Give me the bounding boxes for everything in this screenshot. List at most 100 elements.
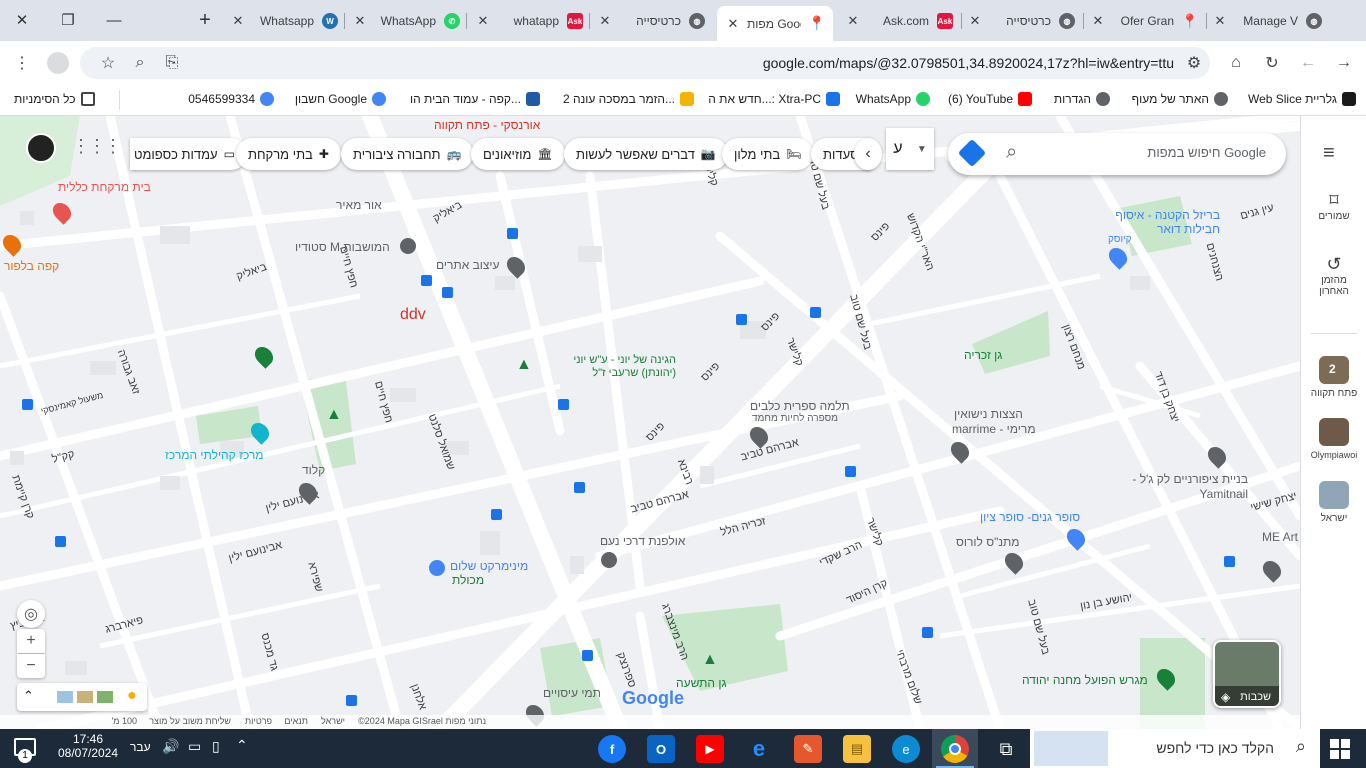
close-tab-icon[interactable]: ✕ [845,13,861,29]
place-label[interactable]: מרכז קהילתי המרכז [165,448,264,462]
install-app-icon[interactable]: ⎘ [162,53,182,73]
task-view-icon[interactable]: ⧉ [992,735,1020,763]
place-label[interactable]: מתנ"ס לורוס [956,535,1020,549]
place-label[interactable]: תלמה ספרית כלבים [750,399,850,413]
place-label[interactable]: ddv [400,306,426,324]
tab-6[interactable]: ✕ כרטיסייה ◍ [967,8,1075,34]
place-label[interactable]: מינימרקט שלום [450,559,528,573]
park-pin-icon[interactable]: ▲ [326,406,342,424]
place-label[interactable]: מגרש הפועל מחנה יהודה [1022,673,1148,687]
bookmark-item[interactable]: האתר של מעוף [1132,92,1228,106]
search-icon[interactable]: ⌕ [1006,141,1017,164]
windows-start-icon[interactable] [1330,739,1350,759]
menu-dots-icon[interactable]: ⋮ [12,53,32,73]
minimize-window-icon[interactable]: — [101,8,127,32]
edge-icon[interactable]: e [892,735,920,763]
place-label[interactable]: תמי עיסויים [543,686,601,700]
bookmark-item[interactable]: קפה - עמוד הבית הו... [410,92,540,106]
footer-country-link[interactable]: ישראל [321,716,345,726]
zoom-icon[interactable]: ⌕ [130,53,150,73]
profile-avatar-icon[interactable] [47,52,69,74]
my-location-icon[interactable]: ◎ [17,600,45,628]
forward-icon[interactable]: → [1334,53,1354,73]
internet-explorer-icon[interactable]: e [745,735,773,763]
footer-feedback-link[interactable]: שליחת משוב על מוצר [149,716,231,726]
chip-pharmacy[interactable]: ✚ בתי מרקחת [236,138,341,170]
outlook-icon[interactable]: O [647,735,675,763]
reload-icon[interactable]: ↻ [1262,53,1282,73]
back-icon[interactable]: ← [1298,53,1318,73]
tab-1[interactable]: ✕ WhatsApp ✆ [352,8,460,34]
recent-place[interactable]: 2 פתח תקווה [1301,356,1366,399]
bookmark-item[interactable]: חדש את ה...: Xtra-PC [708,92,840,106]
footer-terms-link[interactable]: תנאים [284,716,308,726]
footer-privacy-link[interactable]: פרטיות [245,716,272,726]
close-tab-icon[interactable]: ✕ [230,13,246,29]
close-tab-icon[interactable]: ✕ [967,13,983,29]
close-window-icon[interactable]: ✕ [9,8,35,32]
bookmark-item[interactable]: הגדרות [1054,92,1110,106]
grocery-pin-icon[interactable] [429,560,445,576]
chrome-taskbar-button[interactable] [932,729,978,768]
site-info-icon[interactable]: ⚙ [1184,53,1204,73]
restore-window-icon[interactable]: ❐ [55,8,81,32]
place-label[interactable]: אולפנת דרכי נעם [600,534,685,548]
facebook-icon[interactable]: f [598,735,626,763]
tab-active-maps[interactable]: ✕ מפות Google 📍 [717,6,833,41]
bookmark-item[interactable]: (6) YouTube [948,92,1032,106]
new-tab-icon[interactable]: + [192,8,218,32]
all-bookmarks[interactable]: כל הסימניות [14,92,95,106]
bookmark-item[interactable]: 0546599334 [188,92,274,106]
account-avatar[interactable] [26,133,56,163]
volume-icon[interactable]: 🔊 [162,738,179,755]
battery-icon[interactable]: ▯ [212,738,220,755]
menu-icon[interactable]: ≡ [1323,142,1335,165]
language-indicator[interactable]: עבר [130,740,151,754]
apps-grid-icon[interactable]: ⋮⋮⋮ [72,136,122,157]
place-label[interactable]: אורנסקי - פתח תקווה [434,118,540,132]
chip-hotels[interactable]: 🛏 בתי מלון [722,138,814,170]
map-canvas[interactable]: ביאליק ביאליק שמואל סלנט חפץ חיים חפץ חי… [0,116,1300,729]
place-label[interactable]: בניית ציפורניים לק ג'ל - Yamitnail [1128,472,1248,502]
youtube-icon[interactable]: ▶ [696,735,724,763]
bookmark-item[interactable]: הזמר במסכה עונה 2... [563,92,694,106]
close-tab-icon[interactable]: ✕ [1212,13,1228,29]
place-label[interactable]: סופר גנים- סופר ציון [980,510,1080,524]
zoom-in-button[interactable]: + [17,629,45,653]
tab-3[interactable]: ✕ כרטיסייה ◍ [597,8,705,34]
place-label[interactable]: אור מאיר [336,198,382,212]
omnibox[interactable]: ☆ ⌕ ⎘ google.com/maps/@32.0798501,34.892… [80,47,1210,79]
tab-2[interactable]: ✕ whatapp Ask [475,8,583,34]
transit-layer-icon[interactable] [57,691,73,703]
place-label[interactable]: קלוד [302,463,325,477]
paint-icon[interactable]: ✎ [794,735,822,763]
chip-things-to-do[interactable]: 📷 דברים שאפשר לעשות [564,138,728,170]
file-explorer-icon[interactable]: ▤ [843,735,871,763]
place-label[interactable]: סטודיו M המושבות [295,240,390,254]
layers-strip[interactable]: ⌃ ● [17,683,147,711]
park-pin-icon[interactable]: ▲ [516,356,532,376]
taskbar-search-input[interactable]: הקלד כאן כדי לחפש [1156,740,1274,756]
expand-icon[interactable]: ⌃ [23,688,34,704]
network-icon[interactable]: ▭ [188,738,201,755]
directions-icon[interactable] [957,138,987,168]
search-input[interactable]: חיפוש במפות Google [1147,145,1266,160]
saved-button[interactable]: ⌑ שמורים [1301,190,1366,222]
place-label[interactable]: קיוסק [1108,234,1132,245]
place-label[interactable]: הצצות נישואין [954,407,1023,421]
clock[interactable]: 17:46 08/07/2024 [56,732,120,760]
school-pin-icon[interactable] [601,552,617,568]
recent-place[interactable]: Olympiawoi [1301,418,1366,460]
zoom-out-button[interactable]: − [17,654,45,678]
tab-5[interactable]: ✕ Ask.com Ask [845,8,953,34]
close-tab-icon[interactable]: ✕ [352,13,368,29]
hidden-icons-chevron-icon[interactable]: ⌃ [236,737,248,754]
place-label[interactable]: מספרה לחיות מחמד [752,413,838,424]
place-label[interactable]: גן זכריה [964,348,1002,362]
recent-button[interactable]: ↺ מהזמן האחרון [1301,254,1366,297]
pegman-icon[interactable]: ● [127,687,137,705]
place-label[interactable]: בריזל הקטנה - איסוף חבילות דואר [1110,208,1220,236]
bookmark-star-icon[interactable]: ☆ [98,53,118,73]
search-icon[interactable]: ⌕ [1296,736,1306,757]
place-label[interactable]: קפה בלפור [4,259,59,273]
